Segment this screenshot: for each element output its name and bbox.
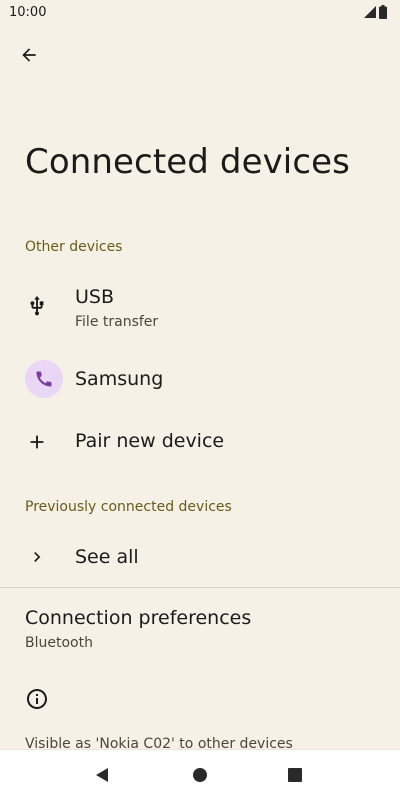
device-avatar xyxy=(25,360,63,398)
navigation-bar xyxy=(0,749,400,800)
see-all-row[interactable]: See all xyxy=(0,534,400,582)
pair-new-device-title: Pair new device xyxy=(75,430,225,452)
section-header-previously-connected: Previously connected devices xyxy=(25,499,232,515)
samsung-title: Samsung xyxy=(75,368,164,390)
chevron-right-icon xyxy=(25,545,49,569)
see-all-title: See all xyxy=(75,546,139,568)
status-time: 10:00 xyxy=(9,5,47,20)
nav-home-button[interactable] xyxy=(187,762,213,788)
pair-new-device-row[interactable]: Pair new device xyxy=(0,418,400,466)
home-circle-icon xyxy=(193,768,207,782)
battery-icon xyxy=(379,5,387,19)
signal-icon xyxy=(364,6,376,18)
usb-subtitle: File transfer xyxy=(75,314,159,330)
page-title: Connected devices xyxy=(25,142,350,182)
nav-recents-button[interactable] xyxy=(282,762,308,788)
connection-preferences-row[interactable]: Connection preferences Bluetooth xyxy=(0,592,400,664)
section-header-other-devices: Other devices xyxy=(25,239,123,255)
info-icon xyxy=(27,689,47,709)
screen: 10:00 Connected devices Other devices US… xyxy=(0,0,400,800)
back-button[interactable] xyxy=(14,40,44,70)
plus-icon xyxy=(25,430,49,454)
connection-preferences-title: Connection preferences xyxy=(25,607,252,629)
recents-square-icon xyxy=(288,768,302,782)
samsung-row[interactable]: Samsung xyxy=(0,352,400,408)
usb-row[interactable]: USB File transfer xyxy=(0,276,400,338)
usb-icon xyxy=(25,294,49,318)
divider xyxy=(0,587,400,588)
back-triangle-icon xyxy=(96,768,108,782)
status-bar: 10:00 xyxy=(0,0,400,26)
status-icons xyxy=(364,5,387,19)
phone-icon xyxy=(36,371,52,387)
nav-back-button[interactable] xyxy=(89,762,115,788)
connection-preferences-subtitle: Bluetooth xyxy=(25,635,93,651)
usb-title: USB xyxy=(75,286,115,308)
arrow-back-icon xyxy=(22,48,36,62)
